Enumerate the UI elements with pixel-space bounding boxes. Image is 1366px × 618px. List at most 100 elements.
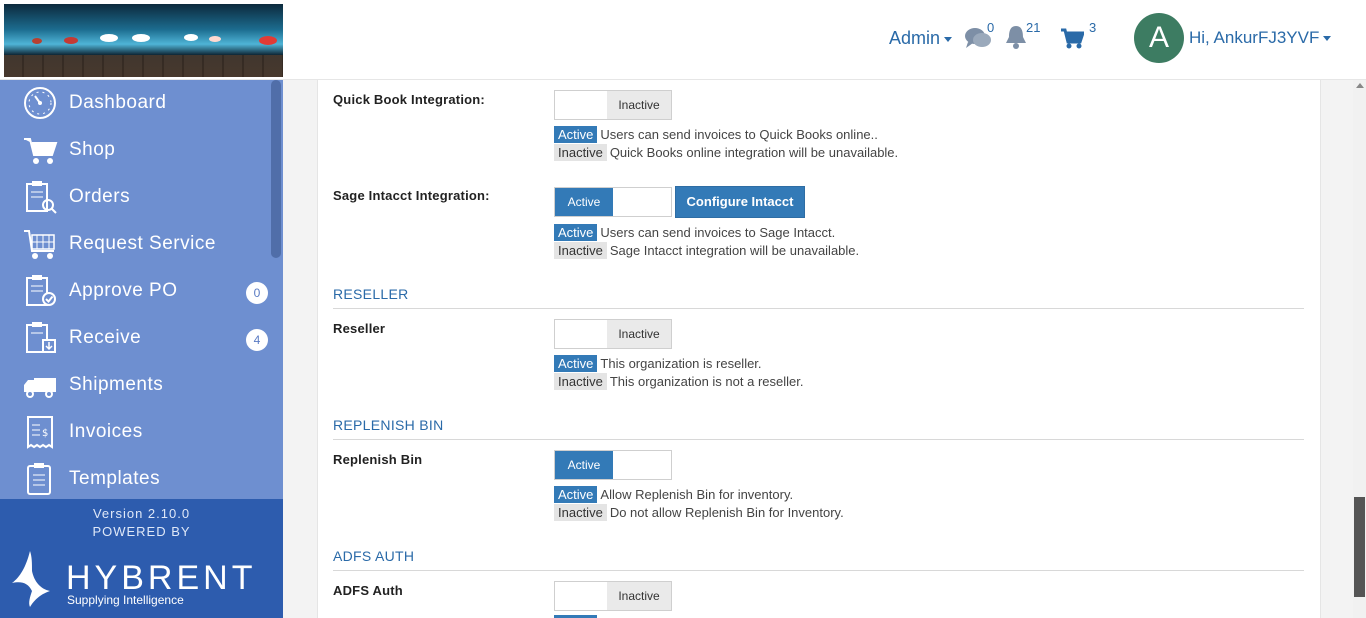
sidebar-item-request-service[interactable]: Request Service bbox=[0, 221, 270, 268]
inactive-tag: Inactive bbox=[554, 373, 607, 390]
sidebar-item-shop[interactable]: Shop bbox=[0, 127, 270, 174]
hybrent-bird-icon bbox=[12, 551, 50, 607]
approve-po-badge: 0 bbox=[246, 282, 268, 304]
sidebar-item-label: Invoices bbox=[69, 421, 143, 442]
toggle-state: Active bbox=[555, 451, 613, 479]
orders-icon bbox=[26, 181, 57, 214]
page-scrollbar[interactable] bbox=[1353, 80, 1366, 618]
sidebar-scrollbar[interactable] bbox=[271, 80, 281, 258]
messages-count: 0 bbox=[987, 20, 995, 35]
user-greeting: Hi, AnkurFJ3YVF bbox=[1189, 28, 1320, 47]
desc-text: Quick Books online integration will be u… bbox=[609, 145, 899, 160]
sidebar-item-label: Orders bbox=[69, 186, 131, 207]
replenish-active-desc: Active Allow Replenish Bin for inventory. bbox=[554, 486, 793, 503]
inactive-tag: Inactive bbox=[554, 242, 607, 259]
desc-text: This organization is reseller. bbox=[600, 356, 762, 371]
bell-icon[interactable] bbox=[1004, 24, 1028, 50]
svg-text:$: $ bbox=[42, 428, 48, 439]
avatar[interactable]: A bbox=[1134, 13, 1184, 63]
desc-text: This organization is not a reseller. bbox=[609, 374, 804, 389]
replenish-label: Replenish Bin bbox=[333, 452, 423, 467]
toggle-state: Inactive bbox=[607, 582, 671, 610]
reseller-inactive-desc: Inactive This organization is not a resel… bbox=[554, 373, 803, 390]
scroll-up-arrow-icon[interactable] bbox=[1356, 83, 1364, 88]
chevron-down-icon bbox=[944, 36, 953, 42]
truck-icon bbox=[24, 378, 56, 398]
version-text: Version 2.10.0 bbox=[92, 506, 191, 521]
sidebar-item-label: Request Service bbox=[69, 233, 216, 254]
section-divider bbox=[333, 570, 1304, 571]
sidebar-item-orders[interactable]: Orders bbox=[0, 174, 270, 221]
toggle-state: Inactive bbox=[607, 91, 671, 119]
quickbooks-label: Quick Book Integration: bbox=[333, 92, 485, 107]
active-tag: Active bbox=[554, 126, 598, 143]
receive-icon bbox=[26, 322, 56, 353]
quickbooks-active-desc: Active Users can send invoices to Quick B… bbox=[554, 126, 878, 143]
reseller-active-desc: Active This organization is reseller. bbox=[554, 355, 762, 372]
section-divider bbox=[333, 439, 1304, 440]
user-menu[interactable]: Hi, AnkurFJ3YVF bbox=[1189, 28, 1332, 48]
receive-badge: 4 bbox=[246, 329, 268, 351]
quickbooks-toggle[interactable]: Inactive bbox=[554, 90, 672, 120]
cart-icon[interactable] bbox=[1060, 28, 1084, 50]
sage-label: Sage Intacct Integration: bbox=[333, 188, 490, 203]
desc-text: Users can send invoices to Quick Books o… bbox=[600, 127, 878, 142]
sidebar-item-label: Shipments bbox=[69, 374, 164, 395]
sidebar-item-receive[interactable]: Receive 4 bbox=[0, 315, 270, 362]
active-tag: Active bbox=[554, 486, 598, 503]
template-icon bbox=[27, 463, 51, 495]
inactive-tag: Inactive bbox=[554, 504, 607, 521]
admin-menu[interactable]: Admin bbox=[889, 28, 953, 49]
toggle-state: Inactive bbox=[607, 320, 671, 348]
tagline: Supplying Intelligence bbox=[67, 593, 184, 607]
desc-text: Users can send invoices to Sage Intacct. bbox=[600, 225, 836, 240]
desc-text: Sage Intacct integration will be unavail… bbox=[609, 243, 860, 258]
cart-count: 3 bbox=[1089, 20, 1097, 35]
sage-active-desc: Active Users can send invoices to Sage In… bbox=[554, 224, 835, 241]
replenish-toggle[interactable]: Active bbox=[554, 450, 672, 480]
configure-intacct-button[interactable]: Configure Intacct bbox=[675, 186, 805, 218]
adfs-label: ADFS Auth bbox=[333, 583, 403, 598]
reseller-toggle[interactable]: Inactive bbox=[554, 319, 672, 349]
sidebar-item-invoices[interactable]: $ Invoices bbox=[0, 409, 270, 456]
approve-icon bbox=[26, 275, 56, 306]
active-tag: Active bbox=[554, 224, 598, 241]
sidebar-item-label: Shop bbox=[69, 139, 116, 160]
section-divider bbox=[333, 308, 1304, 309]
sidebar-item-dashboard[interactable]: Dashboard bbox=[0, 80, 270, 127]
desc-text: Allow Replenish Bin for inventory. bbox=[600, 487, 794, 502]
active-tag: Active bbox=[554, 355, 598, 372]
chevron-down-icon bbox=[1323, 36, 1332, 42]
desc-text: Do not allow Replenish Bin for Inventory… bbox=[609, 505, 844, 520]
admin-label: Admin bbox=[889, 28, 941, 48]
adfs-section-title: ADFS AUTH bbox=[333, 548, 415, 564]
toggle-state: Active bbox=[555, 188, 613, 216]
replenish-inactive-desc: Inactive Do not allow Replenish Bin for I… bbox=[554, 504, 844, 521]
quickbooks-inactive-desc: Inactive Quick Books online integration w… bbox=[554, 144, 898, 161]
cart-icon bbox=[24, 138, 58, 164]
top-header: Admin 0 21 3 A Hi, AnkurFJ3YVF bbox=[0, 0, 1366, 80]
replenish-section-title: REPLENISH BIN bbox=[333, 417, 444, 433]
service-icon bbox=[24, 230, 55, 259]
scrollbar-thumb[interactable] bbox=[1354, 497, 1365, 597]
dashboard-icon bbox=[24, 87, 56, 119]
company-logo[interactable] bbox=[4, 4, 283, 77]
reseller-section-title: RESELLER bbox=[333, 286, 409, 302]
sage-toggle[interactable]: Active bbox=[554, 187, 672, 217]
sidebar-item-templates[interactable]: Templates bbox=[0, 456, 270, 499]
sidebar-item-label: Approve PO bbox=[69, 280, 178, 301]
sidebar-item-label: Dashboard bbox=[69, 92, 167, 113]
sidebar-item-shipments[interactable]: Shipments bbox=[0, 362, 270, 409]
sidebar: Dashboard Shop Orders Request Service Ap… bbox=[0, 80, 283, 499]
sidebar-footer: Version 2.10.0 POWERED BY HYBRENT Supply… bbox=[0, 499, 283, 618]
reseller-label: Reseller bbox=[333, 321, 386, 336]
inactive-tag: Inactive bbox=[554, 144, 607, 161]
notifications-count: 21 bbox=[1026, 20, 1041, 35]
invoice-icon: $ bbox=[27, 416, 53, 449]
sidebar-item-approve-po[interactable]: Approve PO 0 bbox=[0, 268, 270, 315]
sidebar-item-label: Receive bbox=[69, 327, 142, 348]
sidebar-item-label: Templates bbox=[69, 468, 161, 489]
powered-by-text: POWERED BY bbox=[92, 524, 191, 539]
sage-inactive-desc: Inactive Sage Intacct integration will be… bbox=[554, 242, 859, 259]
adfs-toggle[interactable]: Inactive bbox=[554, 581, 672, 611]
